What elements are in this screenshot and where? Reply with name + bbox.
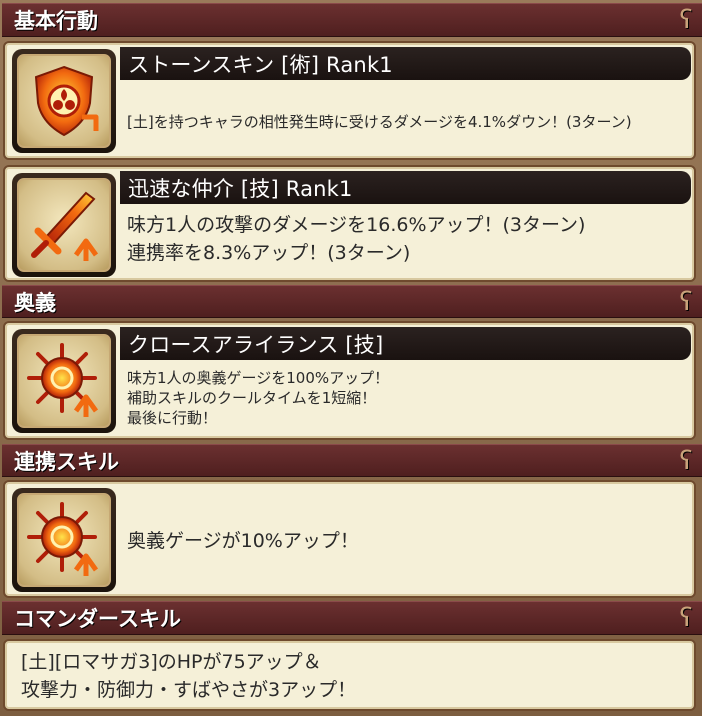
section-title: 基本行動 — [14, 9, 98, 33]
skill-panel: 基本行動 ʕ ストーンスキン [術] Rank1 [土]を持つキャラの相性発生時… — [0, 0, 702, 716]
section-title: 連携スキル — [14, 449, 119, 474]
description-line: [土][ロマサガ3]のHPが75アップ＆ — [21, 651, 322, 673]
skill-card-jinsoku[interactable]: 迅速な仲介 [技] Rank1 味方1人の攻撃のダメージを16.6%アップ！(3… — [3, 165, 696, 282]
skill-description: [土]を持つキャラの相性発生時に受けるダメージを4.1%ダウン！(3ターン) — [127, 111, 688, 132]
skill-description: 奥義ゲージが10%アップ！ — [127, 526, 688, 553]
scroll-curl-icon: ʕ — [679, 445, 693, 476]
section-title: コマンダースキル — [14, 607, 181, 631]
scroll-curl-icon: ʕ — [679, 5, 693, 35]
skill-description: 味方1人の攻撃のダメージを16.6%アップ！(3ターン) 連携率を8.3%アップ… — [127, 211, 688, 267]
skill-description: [土][ロマサガ3]のHPが75アップ＆ 攻撃力・防御力・すばやさが3アップ！ — [21, 648, 688, 704]
burst-up-icon — [27, 343, 99, 417]
scroll-curl-icon: ʕ — [679, 603, 693, 633]
description-line: 奥義ゲージが10%アップ！ — [127, 530, 359, 552]
section-header-commander: コマンダースキル ʕ — [2, 601, 702, 635]
description-line: [土]を持つキャラの相性発生時に受けるダメージを4.1%ダウン！(3ターン) — [127, 113, 632, 131]
sword-up-icon — [31, 191, 99, 261]
scroll-curl-icon: ʕ — [679, 286, 693, 317]
section-header-renkei: 連携スキル ʕ — [2, 444, 702, 477]
skill-card-cross-alliance[interactable]: クロースアライランス [技] 味方1人の奥義ゲージを100%アップ！ 補助スキル… — [3, 321, 696, 440]
skill-title: 迅速な仲介 [技] Rank1 — [120, 171, 691, 204]
description-line: 攻撃力・防御力・すばやさが3アップ！ — [21, 679, 357, 701]
description-line: 最後に行動！ — [127, 409, 218, 427]
burst-up-icon — [27, 502, 99, 576]
section-header-basic: 基本行動 ʕ — [2, 3, 702, 37]
skill-card-renkei[interactable]: 奥義ゲージが10%アップ！ — [3, 480, 696, 598]
description-line: 味方1人の攻撃のダメージを16.6%アップ！(3ターン) — [127, 214, 586, 236]
skill-title: ストーンスキン [術] Rank1 — [120, 47, 691, 80]
skill-title: クロースアライランス [技] — [120, 327, 691, 360]
skill-card-commander[interactable]: [土][ロマサガ3]のHPが75アップ＆ 攻撃力・防御力・すばやさが3アップ！ — [3, 639, 696, 711]
skill-icon-frame — [12, 173, 116, 277]
description-line: 連携率を8.3%アップ！(3ターン) — [127, 242, 411, 264]
shield-flame-icon — [34, 65, 99, 137]
skill-description: 味方1人の奥義ゲージを100%アップ！ 補助スキルのクールタイムを1短縮！ 最後… — [127, 368, 688, 428]
section-header-ougi: 奥義 ʕ — [2, 285, 702, 318]
skill-icon-frame — [12, 49, 116, 153]
skill-icon-frame — [12, 488, 116, 592]
skill-card-stone-skin[interactable]: ストーンスキン [術] Rank1 [土]を持つキャラの相性発生時に受けるダメー… — [3, 41, 696, 160]
skill-icon-frame — [12, 329, 116, 433]
description-line: 補助スキルのクールタイムを1短縮！ — [127, 389, 377, 407]
description-line: 味方1人の奥義ゲージを100%アップ！ — [127, 369, 390, 387]
section-title: 奥義 — [14, 290, 56, 315]
